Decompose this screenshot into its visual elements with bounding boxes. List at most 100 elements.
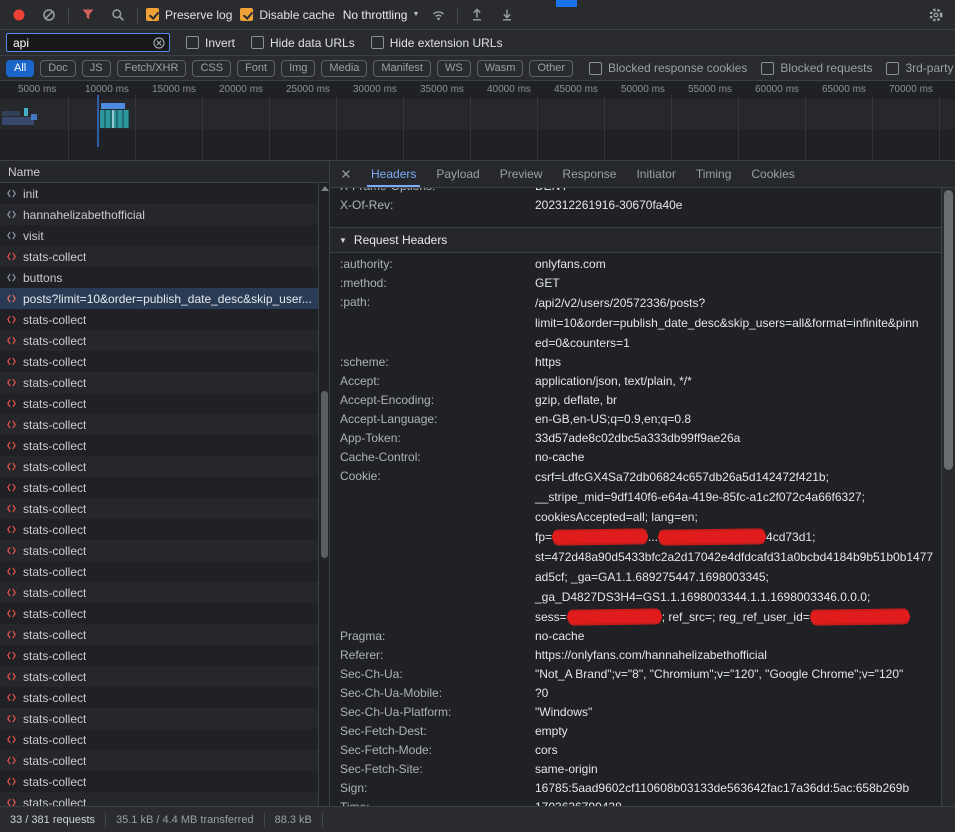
scrollbar-thumb[interactable] — [321, 391, 328, 558]
tab-timing[interactable]: Timing — [686, 161, 742, 187]
network-request-row[interactable]: stats-collect — [0, 519, 329, 540]
settings-button[interactable] — [925, 4, 947, 26]
filter-chip-doc[interactable]: Doc — [40, 60, 76, 77]
network-request-row[interactable]: stats-collect — [0, 414, 329, 435]
hide-extension-urls-checkbox[interactable]: Hide extension URLs — [371, 36, 503, 50]
checkbox-3rd-party-requests[interactable]: 3rd-party requests — [886, 61, 955, 75]
script-file-icon — [6, 293, 17, 304]
throttling-dropdown[interactable]: No throttling ▼ — [343, 8, 420, 22]
filter-chip-manifest[interactable]: Manifest — [373, 60, 431, 77]
network-request-row[interactable]: stats-collect — [0, 771, 329, 792]
network-request-row[interactable]: stats-collect — [0, 477, 329, 498]
network-request-row[interactable]: stats-collect — [0, 246, 329, 267]
network-request-row[interactable]: visit — [0, 225, 329, 246]
tab-initiator[interactable]: Initiator — [626, 161, 685, 187]
scrollbar-thumb[interactable] — [944, 190, 953, 470]
checkbox-blocked-requests[interactable]: Blocked requests — [761, 61, 872, 75]
filter-toggle-button[interactable] — [77, 4, 99, 26]
filter-chip-media[interactable]: Media — [321, 60, 367, 77]
filter-input[interactable]: api — [6, 33, 170, 52]
request-name: stats-collect — [23, 250, 86, 264]
tab-cookies[interactable]: Cookies — [741, 161, 804, 187]
network-request-row[interactable]: stats-collect — [0, 666, 329, 687]
tab-response[interactable]: Response — [552, 161, 626, 187]
close-icon — [340, 168, 352, 180]
filter-chip-ws[interactable]: WS — [437, 60, 471, 77]
header-value: ?0 — [535, 684, 941, 703]
timeline-label: 65000 ms — [822, 84, 866, 95]
filter-chip-font[interactable]: Font — [237, 60, 275, 77]
filter-chip-wasm[interactable]: Wasm — [477, 60, 524, 77]
network-request-row[interactable]: stats-collect — [0, 792, 329, 806]
request-list-scrollbar[interactable] — [318, 183, 329, 806]
waterfall-bar — [2, 111, 20, 116]
name-column-header[interactable]: Name — [0, 161, 329, 183]
disable-cache-checkbox[interactable]: Disable cache — [240, 8, 334, 22]
timeline-overview[interactable]: 5000 ms10000 ms15000 ms20000 ms25000 ms3… — [0, 81, 955, 161]
tab-preview[interactable]: Preview — [490, 161, 553, 187]
hide-data-urls-checkbox[interactable]: Hide data URLs — [251, 36, 355, 50]
network-conditions-button[interactable] — [427, 4, 449, 26]
network-request-row[interactable]: posts?limit=10&order=publish_date_desc&s… — [0, 288, 329, 309]
network-request-row[interactable]: hannahelizabethofficial — [0, 204, 329, 225]
network-request-row[interactable]: buttons — [0, 267, 329, 288]
network-request-row[interactable]: stats-collect — [0, 582, 329, 603]
filter-chip-all[interactable]: All — [6, 60, 34, 77]
close-details-button[interactable] — [330, 168, 361, 180]
timeline-label: 55000 ms — [688, 84, 732, 95]
scroll-up-arrow-icon[interactable] — [321, 186, 329, 191]
preserve-log-checkbox[interactable]: Preserve log — [146, 8, 232, 22]
timeline-gridline — [537, 95, 538, 160]
network-request-row[interactable]: stats-collect — [0, 351, 329, 372]
network-request-row[interactable]: stats-collect — [0, 330, 329, 351]
network-request-row[interactable]: stats-collect — [0, 729, 329, 750]
network-request-row[interactable]: stats-collect — [0, 309, 329, 330]
timeline-label: 50000 ms — [621, 84, 665, 95]
network-request-row[interactable]: stats-collect — [0, 708, 329, 729]
network-request-row[interactable]: init — [0, 183, 329, 204]
header-value: 33d57ade8c02dbc5a333db99ff9ae26a — [535, 429, 941, 448]
filter-chip-css[interactable]: CSS — [192, 60, 231, 77]
header-value: https — [535, 353, 941, 372]
tab-headers[interactable]: Headers — [361, 161, 426, 187]
import-har-button[interactable] — [466, 4, 488, 26]
header-row: Accept-Encoding:gzip, deflate, br — [330, 391, 941, 410]
tab-payload[interactable]: Payload — [426, 161, 489, 187]
header-row: Time:1703636799438 — [330, 798, 941, 806]
filter-chip-img[interactable]: Img — [281, 60, 315, 77]
network-request-row[interactable]: stats-collect — [0, 456, 329, 477]
record-button[interactable] — [8, 4, 30, 26]
details-scrollbar[interactable] — [941, 188, 955, 806]
search-icon — [111, 8, 125, 22]
network-request-row[interactable]: stats-collect — [0, 372, 329, 393]
export-har-button[interactable] — [496, 4, 518, 26]
header-name: Sec-Ch-Ua-Mobile: — [340, 684, 535, 703]
clear-filter-icon[interactable] — [153, 37, 165, 49]
timeline-label: 25000 ms — [286, 84, 330, 95]
header-row: Sec-Ch-Ua-Platform:"Windows" — [330, 703, 941, 722]
network-request-row[interactable]: stats-collect — [0, 603, 329, 624]
network-request-row[interactable]: stats-collect — [0, 561, 329, 582]
network-request-row[interactable]: stats-collect — [0, 540, 329, 561]
header-value: "Not_A Brand";v="8", "Chromium";v="120",… — [535, 665, 941, 684]
invert-checkbox[interactable]: Invert — [186, 36, 235, 50]
network-request-row[interactable]: stats-collect — [0, 687, 329, 708]
filter-chip-other[interactable]: Other — [529, 60, 573, 77]
network-request-row[interactable]: stats-collect — [0, 498, 329, 519]
network-request-row[interactable]: stats-collect — [0, 393, 329, 414]
request-list: inithannahelizabethofficialvisit stats-co… — [0, 183, 329, 806]
request-headers-section-header[interactable]: ▼Request Headers — [330, 227, 941, 253]
checkbox-unchecked-icon — [761, 62, 774, 75]
checkbox-blocked-response-cookies[interactable]: Blocked response cookies — [589, 61, 747, 75]
network-request-row[interactable]: stats-collect — [0, 435, 329, 456]
request-name: stats-collect — [23, 670, 86, 684]
filter-chip-js[interactable]: JS — [82, 60, 111, 77]
search-button[interactable] — [107, 4, 129, 26]
filter-chip-fetch-xhr[interactable]: Fetch/XHR — [117, 60, 187, 77]
network-request-row[interactable]: stats-collect — [0, 750, 329, 771]
header-name: Sign: — [340, 779, 535, 798]
network-request-row[interactable]: stats-collect — [0, 624, 329, 645]
network-request-row[interactable]: stats-collect — [0, 645, 329, 666]
clear-button[interactable] — [38, 4, 60, 26]
checkbox-label: 3rd-party requests — [905, 61, 955, 75]
